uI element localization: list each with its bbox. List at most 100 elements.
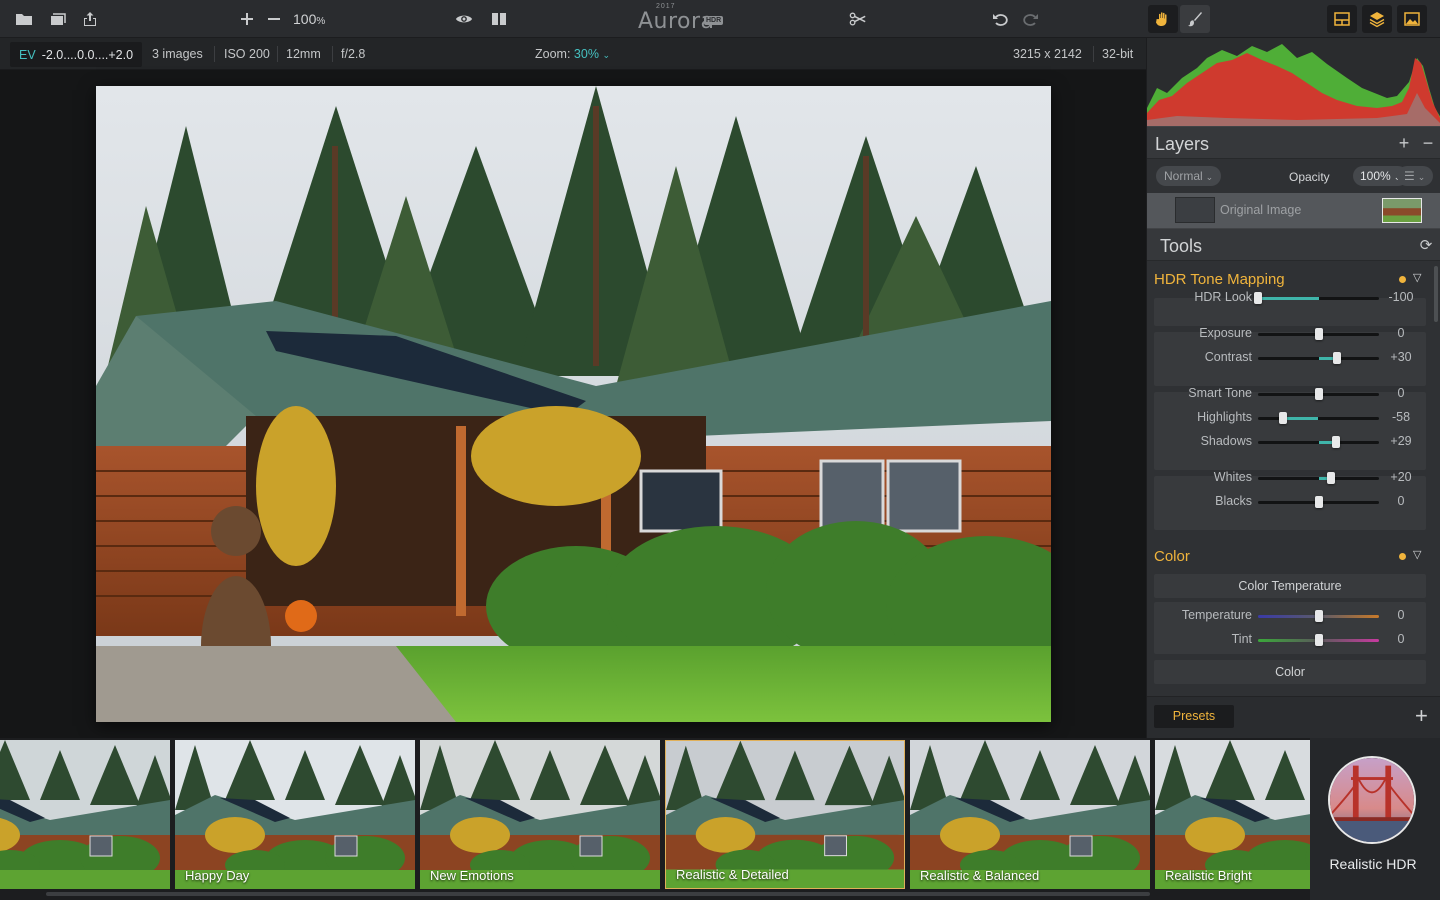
tint-value[interactable]: 0: [1386, 632, 1416, 646]
hdr-look-slider[interactable]: HDR Look -100: [1154, 286, 1426, 310]
hdr-look-value[interactable]: -100: [1386, 290, 1416, 304]
presets-button[interactable]: Presets: [1154, 705, 1234, 728]
whites-track[interactable]: [1258, 472, 1379, 484]
layer-row-original[interactable]: Original Image: [1147, 193, 1440, 228]
shadows-handle[interactable]: [1332, 436, 1341, 448]
smart-tone-value[interactable]: 0: [1386, 386, 1416, 400]
temperature-handle[interactable]: [1314, 610, 1323, 622]
preset-thumbnail[interactable]: New Emotions: [420, 740, 660, 889]
histogram: [1147, 38, 1440, 126]
preset-thumbnail[interactable]: rning: [0, 740, 170, 889]
preset-thumbnail[interactable]: Realistic Bright: [1155, 740, 1310, 889]
zoom-level[interactable]: 100%: [293, 11, 325, 27]
exposure-label: Exposure: [1199, 326, 1252, 340]
eye-icon[interactable]: [452, 7, 476, 31]
whites-value[interactable]: +20: [1386, 470, 1416, 484]
shadows-track[interactable]: [1258, 436, 1379, 448]
shadows-value[interactable]: +29: [1386, 434, 1416, 448]
shadows-slider[interactable]: Shadows +29: [1154, 430, 1426, 454]
whites-slider[interactable]: Whites +20: [1154, 466, 1426, 490]
zoom-out-icon[interactable]: [262, 7, 286, 31]
top-toolbar: 100% 2017 Aurora HDR: [0, 0, 1440, 38]
share-icon[interactable]: [78, 7, 102, 31]
stack-icon[interactable]: [46, 7, 70, 31]
temperature-label: Temperature: [1181, 608, 1252, 622]
add-layer-plus-icon[interactable]: +: [1395, 134, 1413, 152]
compare-icon[interactable]: [487, 7, 511, 31]
contrast-value[interactable]: +30: [1386, 350, 1416, 364]
folder-icon[interactable]: [12, 7, 36, 31]
preset-name: Happy Day: [185, 868, 250, 883]
tint-label: Tint: [1231, 632, 1252, 646]
tint-handle[interactable]: [1314, 634, 1323, 646]
tint-slider[interactable]: Tint 0: [1154, 628, 1426, 652]
chevron-down-icon[interactable]: ▽: [1413, 271, 1421, 284]
image-panel-button[interactable]: [1397, 5, 1427, 33]
layers-panel-button[interactable]: [1362, 5, 1392, 33]
blacks-track[interactable]: [1258, 496, 1379, 508]
exposure-handle[interactable]: [1314, 328, 1323, 340]
hand-tool-button[interactable]: [1148, 5, 1178, 33]
smart-tone-slider[interactable]: Smart Tone 0: [1154, 382, 1426, 406]
bit-depth: 32-bit: [1102, 47, 1134, 61]
image-canvas[interactable]: [0, 70, 1146, 738]
tools-title: Tools: [1160, 236, 1203, 256]
contrast-slider[interactable]: Contrast +30: [1154, 346, 1426, 370]
active-dot-icon[interactable]: [1399, 553, 1406, 560]
smart-tone-track[interactable]: [1258, 388, 1379, 400]
color-subheader[interactable]: Color: [1154, 660, 1426, 684]
hdr-look-label: HDR Look: [1194, 290, 1252, 304]
zoom-dropdown[interactable]: Zoom: 30% ⌄: [535, 47, 610, 61]
contrast-track[interactable]: [1258, 352, 1379, 364]
whites-handle[interactable]: [1326, 472, 1335, 484]
layer-controls: Normal⌄ Opacity 100%⌄ ☰⌄: [1147, 159, 1440, 193]
preset-pack-thumbnail: [1328, 756, 1416, 844]
exposure-slider[interactable]: Exposure 0: [1154, 322, 1426, 346]
highlights-value[interactable]: -58: [1386, 410, 1416, 424]
main-photo[interactable]: [96, 86, 1051, 722]
highlights-handle[interactable]: [1279, 412, 1288, 424]
active-dot-icon[interactable]: [1399, 276, 1406, 283]
preset-thumbnail[interactable]: Happy Day: [175, 740, 415, 889]
highlights-slider[interactable]: Highlights -58: [1154, 406, 1426, 430]
tint-track[interactable]: [1258, 634, 1379, 646]
blacks-slider[interactable]: Blacks 0: [1154, 490, 1426, 514]
layout-button[interactable]: [1327, 5, 1357, 33]
color-header[interactable]: Color ▽: [1147, 541, 1435, 573]
hdr-look-track[interactable]: [1254, 292, 1379, 304]
blend-mode-dropdown[interactable]: Normal ⌄: [1156, 166, 1222, 186]
crop-scissors-icon[interactable]: [846, 7, 870, 31]
image-icon: [1404, 12, 1420, 26]
contrast-handle[interactable]: [1332, 352, 1341, 364]
panel-scrollbar[interactable]: [1434, 266, 1438, 322]
opacity-label: Opacity: [1289, 170, 1330, 184]
preset-thumbnail[interactable]: Realistic & Detailed: [665, 740, 905, 889]
redo-icon[interactable]: [1019, 7, 1043, 31]
zoom-in-icon[interactable]: [235, 7, 259, 31]
highlights-track[interactable]: [1258, 412, 1379, 424]
temperature-track[interactable]: [1258, 610, 1379, 622]
temperature-slider[interactable]: Temperature 0: [1154, 604, 1426, 628]
add-preset-plus-icon[interactable]: +: [1415, 705, 1428, 727]
blacks-value[interactable]: 0: [1386, 494, 1416, 508]
hdr-look-handle[interactable]: [1254, 292, 1262, 304]
blacks-handle[interactable]: [1314, 496, 1323, 508]
temperature-value[interactable]: 0: [1386, 608, 1416, 622]
exposure-value[interactable]: 0: [1386, 326, 1416, 340]
remove-layer-minus-icon[interactable]: −: [1419, 134, 1437, 152]
smart-tone-handle[interactable]: [1314, 388, 1323, 400]
aperture: f/2.8: [341, 47, 366, 61]
brush-tool-button[interactable]: [1180, 5, 1210, 33]
ev-bracket[interactable]: EV -2.0....0.0....+2.0: [10, 42, 143, 67]
preset-thumbnail[interactable]: Realistic & Balanced: [910, 740, 1150, 889]
chevron-down-icon[interactable]: ▽: [1413, 548, 1421, 561]
color-temperature-subheader[interactable]: Color Temperature: [1154, 574, 1426, 598]
exposure-track[interactable]: [1258, 328, 1379, 340]
layer-menu-button[interactable]: ☰ ⌄: [1397, 166, 1433, 186]
preset-pack[interactable]: Realistic HDR: [1310, 738, 1440, 900]
refresh-icon[interactable]: ⟳: [1417, 237, 1435, 255]
filmstrip-scrollbar[interactable]: [46, 892, 1150, 896]
layers-icon: [1369, 12, 1385, 28]
iso-value: ISO 200: [224, 47, 270, 61]
undo-icon[interactable]: [988, 7, 1012, 31]
